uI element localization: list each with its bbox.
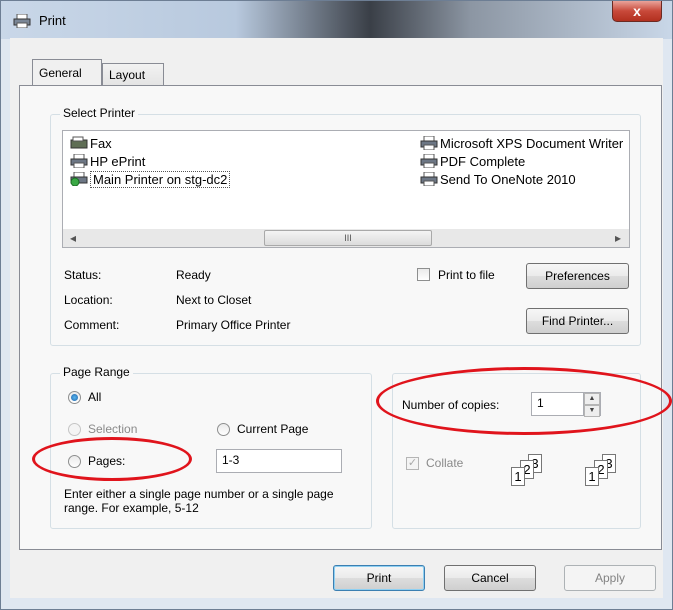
printer-name: PDF Complete	[440, 154, 526, 169]
all-pages-label[interactable]: All	[88, 390, 101, 404]
printer-name: Fax	[90, 136, 112, 151]
collate-page: 1	[511, 467, 525, 486]
cancel-button[interactable]: Cancel	[444, 565, 536, 591]
printer-item-hp-eprint[interactable]: HP ePrint	[70, 153, 145, 171]
selection-radio[interactable]	[68, 423, 81, 436]
print-to-file-checkbox[interactable]	[417, 268, 430, 281]
printer-name: HP ePrint	[90, 154, 146, 169]
print-button[interactable]: Print	[333, 565, 425, 591]
window-title: Print	[39, 13, 66, 28]
printer-name: Send To OneNote 2010	[440, 172, 576, 187]
printer-icon	[420, 154, 438, 168]
printer-icon	[420, 136, 438, 150]
tab-layout[interactable]: Layout	[102, 63, 164, 87]
current-page-radio[interactable]	[217, 423, 230, 436]
title-bar[interactable]: Print x	[1, 1, 672, 39]
find-printer-button[interactable]: Find Printer...	[526, 308, 629, 334]
status-label: Status:	[64, 268, 102, 282]
printer-name: Main Printer on stg-dc2	[90, 171, 231, 188]
printer-item-xps[interactable]: Microsoft XPS Document Writer	[420, 135, 630, 153]
printer-item-pdf-complete[interactable]: PDF Complete	[420, 153, 525, 171]
printer-name: Microsoft XPS Document Writer	[440, 136, 624, 151]
scroll-right-icon[interactable]: ▸	[615, 231, 621, 245]
preferences-button[interactable]: Preferences	[526, 263, 629, 289]
network-printer-icon	[70, 172, 88, 186]
collate-label[interactable]: Collate	[426, 456, 463, 470]
printer-item-fax[interactable]: Fax	[70, 135, 112, 153]
collate-page: 1	[585, 467, 599, 486]
select-printer-title: Select Printer	[60, 106, 139, 120]
page-range-title: Page Range	[60, 365, 133, 379]
pages-highlight-annotation	[32, 437, 192, 481]
printer-icon	[420, 172, 438, 186]
all-pages-radio[interactable]	[68, 391, 81, 404]
tab-general-label: General	[39, 66, 82, 80]
printer-icon	[13, 14, 31, 28]
comment-label: Comment:	[64, 318, 120, 332]
printer-item-onenote[interactable]: Send To OneNote 2010	[420, 171, 576, 189]
close-button[interactable]: x	[612, 1, 662, 22]
printer-icon	[70, 154, 88, 168]
comment-value: Primary Office Printer	[176, 318, 291, 332]
apply-button[interactable]: Apply	[564, 565, 656, 591]
tab-layout-label: Layout	[109, 68, 146, 82]
tab-general[interactable]: General	[32, 59, 102, 87]
collate-checkbox[interactable]: ✓	[406, 457, 419, 470]
scroll-left-icon[interactable]: ◂	[70, 231, 76, 245]
selection-label[interactable]: Selection	[88, 422, 137, 436]
page-range-hint: Enter either a single page number or a s…	[64, 487, 334, 515]
location-value: Next to Closet	[176, 293, 252, 307]
status-value: Ready	[176, 268, 211, 282]
printer-item-main-printer[interactable]: Main Printer on stg-dc2	[70, 171, 231, 189]
print-to-file-label[interactable]: Print to file	[438, 268, 495, 282]
pages-input[interactable]: 1-3	[216, 449, 342, 473]
current-page-label[interactable]: Current Page	[237, 422, 308, 436]
copies-highlight-annotation	[376, 367, 672, 435]
scrollbar-thumb[interactable]: III	[264, 230, 432, 246]
location-label: Location:	[64, 293, 113, 307]
fax-icon	[70, 136, 88, 149]
